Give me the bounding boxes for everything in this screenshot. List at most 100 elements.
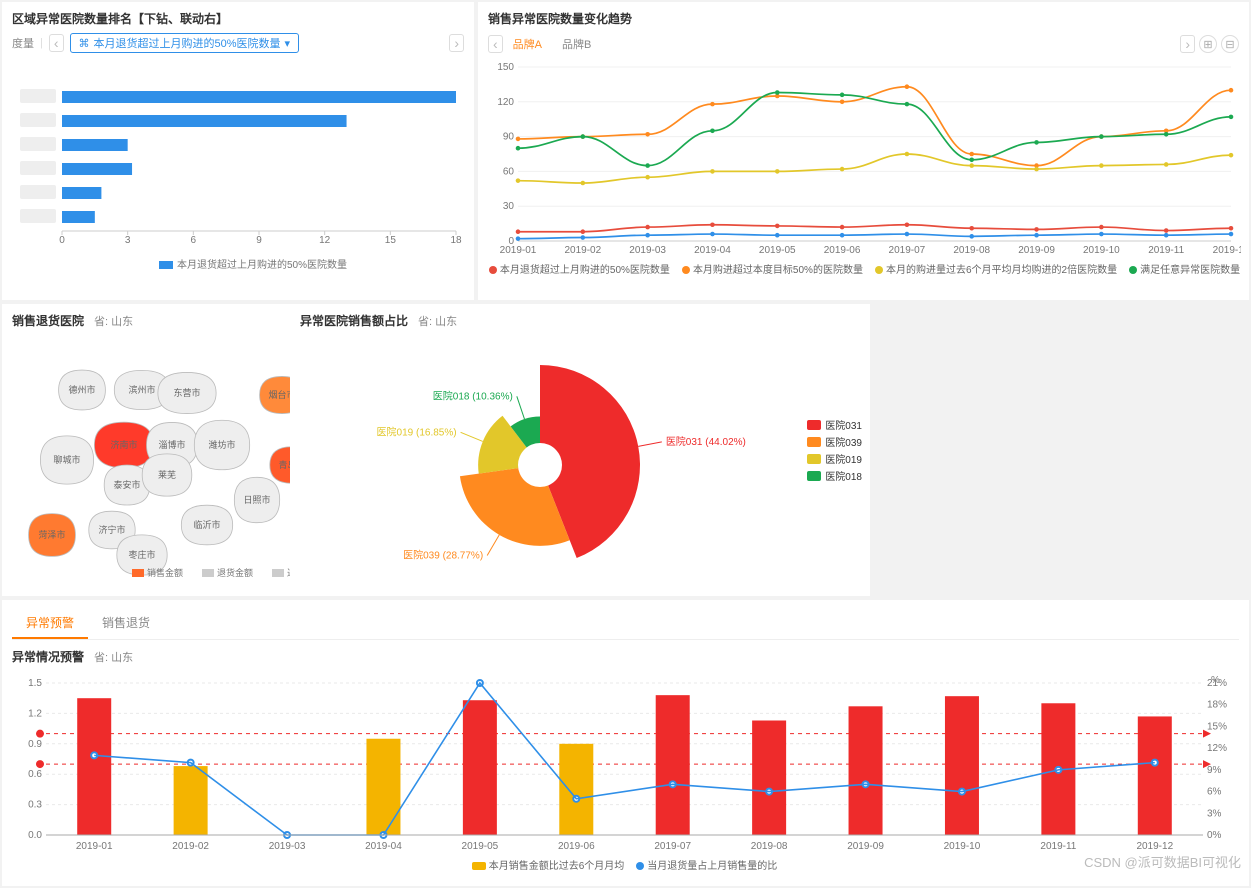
svg-text:18: 18 bbox=[450, 235, 462, 246]
svg-text:2019-03: 2019-03 bbox=[629, 245, 666, 256]
map-province: 省: 山东 bbox=[94, 313, 133, 329]
svg-text:0.0: 0.0 bbox=[28, 830, 42, 841]
svg-text:2019-07: 2019-07 bbox=[654, 841, 691, 852]
svg-text:本月退货超过上月购进的50%医院数量: 本月退货超过上月购进的50%医院数量 bbox=[177, 258, 347, 271]
svg-text:150: 150 bbox=[497, 62, 514, 73]
nav-left-icon[interactable]: ‹ bbox=[49, 34, 64, 52]
panel-pie: 异常医院销售额占比 省: 山东 医院031 (44.02%) 医院039 (28.… bbox=[290, 304, 870, 596]
svg-text:3%: 3% bbox=[1207, 808, 1222, 819]
svg-text:3: 3 bbox=[125, 235, 131, 246]
pie-legend: 医院031医院039医院019医院018 bbox=[807, 415, 862, 485]
chevron-down-icon: ▾ bbox=[285, 37, 291, 50]
measure-chip[interactable]: ⌘ 本月退货超过上月购进的50%医院数量 ▾ bbox=[70, 33, 300, 53]
svg-text:%: % bbox=[1211, 675, 1220, 686]
svg-text:60: 60 bbox=[503, 166, 515, 177]
svg-text:0%: 0% bbox=[1207, 830, 1222, 841]
svg-text:医院031 (44.02%): 医院031 (44.02%) bbox=[666, 435, 746, 448]
svg-text:2019-11: 2019-11 bbox=[1148, 245, 1184, 256]
config-icon[interactable]: ⊞ bbox=[1199, 35, 1217, 53]
svg-text:济南市: 济南市 bbox=[110, 439, 137, 450]
panel-region-rank: 区域异常医院数量排名【下钻、联动右】 度量 | ‹ ⌘ 本月退货超过上月购进的5… bbox=[2, 2, 474, 300]
svg-text:2019-02: 2019-02 bbox=[564, 245, 601, 256]
svg-text:2019-04: 2019-04 bbox=[694, 245, 731, 256]
svg-text:2019-04: 2019-04 bbox=[365, 841, 402, 852]
svg-text:滨州市: 滨州市 bbox=[128, 384, 155, 395]
link-icon: ⌘ bbox=[79, 37, 90, 50]
dim-label: 度量 bbox=[12, 35, 34, 51]
svg-text:2019-05: 2019-05 bbox=[462, 841, 499, 852]
svg-text:18%: 18% bbox=[1207, 700, 1227, 711]
svg-text:销售金额: 销售金额 bbox=[147, 567, 183, 578]
svg-text:济宁市: 济宁市 bbox=[98, 524, 125, 535]
svg-text:15%: 15% bbox=[1207, 721, 1227, 732]
region-rank-chart: 0 3 6 9 12 15 18 本月退货超过上月购进的50%医院数量 bbox=[12, 57, 466, 277]
svg-text:9%: 9% bbox=[1207, 765, 1222, 776]
svg-text:医院018 (10.36%): 医院018 (10.36%) bbox=[433, 389, 513, 402]
svg-text:2019-05: 2019-05 bbox=[759, 245, 796, 256]
svg-text:2019-02: 2019-02 bbox=[172, 841, 209, 852]
trend-title: 销售异常医院数量变化趋势 bbox=[488, 10, 1239, 27]
panel-trend: 销售异常医院数量变化趋势 ‹ 品牌A 品牌B › ⊞ ⊟ 03060901201… bbox=[478, 2, 1249, 300]
tab-alert[interactable]: 异常预警 bbox=[12, 608, 88, 639]
svg-text:2019-08: 2019-08 bbox=[953, 245, 990, 256]
svg-text:2019-06: 2019-06 bbox=[558, 841, 595, 852]
alert-subtitle: 异常情况预警 bbox=[12, 648, 84, 665]
svg-text:2019-09: 2019-09 bbox=[1018, 245, 1055, 256]
settings-icon[interactable]: ⊟ bbox=[1221, 35, 1239, 53]
svg-text:菏泽市: 菏泽市 bbox=[38, 529, 65, 540]
svg-text:30: 30 bbox=[503, 201, 515, 212]
svg-text:聊城市: 聊城市 bbox=[53, 454, 80, 465]
svg-text:6: 6 bbox=[191, 235, 197, 246]
svg-text:2019-12: 2019-12 bbox=[1213, 245, 1241, 256]
svg-text:医院039 (28.77%): 医院039 (28.77%) bbox=[403, 549, 483, 562]
svg-text:2019-06: 2019-06 bbox=[824, 245, 861, 256]
svg-text:2019-01: 2019-01 bbox=[500, 245, 537, 256]
svg-text:90: 90 bbox=[503, 132, 515, 143]
svg-text:2019-01: 2019-01 bbox=[76, 841, 113, 852]
svg-text:2019-08: 2019-08 bbox=[751, 841, 788, 852]
tab-sales-return[interactable]: 销售退货 bbox=[88, 608, 164, 639]
tab-brand-b[interactable]: 品牌B bbox=[552, 33, 601, 55]
svg-text:东营市: 东营市 bbox=[173, 387, 200, 398]
svg-text:6%: 6% bbox=[1207, 787, 1222, 798]
svg-text:2019-07: 2019-07 bbox=[889, 245, 926, 256]
svg-text:0: 0 bbox=[59, 235, 65, 246]
svg-text:1.2: 1.2 bbox=[28, 708, 42, 719]
tab-nav-left[interactable]: ‹ bbox=[488, 35, 503, 53]
pie-chart: 医院031 (44.02%) 医院039 (28.77%) 医院019 (16.85… bbox=[300, 335, 860, 585]
svg-text:2019-11: 2019-11 bbox=[1040, 841, 1076, 852]
svg-text:临沂市: 临沂市 bbox=[193, 519, 220, 530]
pie-title: 异常医院销售额占比 bbox=[300, 312, 408, 329]
svg-text:潍坊市: 潍坊市 bbox=[208, 439, 235, 450]
svg-text:泰安市: 泰安市 bbox=[113, 479, 140, 490]
panel-alert: 异常预警 销售退货 异常情况预警 省: 山东 0.0 0.3 0.6 0.9 1.2 1.… bbox=[2, 600, 1249, 886]
svg-text:2019-09: 2019-09 bbox=[847, 841, 884, 852]
alert-combo-chart: 0.00.30.60.91.21.50%3%6%9%12%15%18%21%%2… bbox=[12, 675, 1237, 875]
watermark: CSDN @派可数据BI可视化 bbox=[1084, 852, 1241, 871]
svg-text:2019-10: 2019-10 bbox=[944, 841, 981, 852]
pie-province: 省: 山东 bbox=[418, 313, 457, 329]
svg-text:0.6: 0.6 bbox=[28, 769, 42, 780]
svg-text:120: 120 bbox=[497, 97, 514, 108]
svg-text:2019-03: 2019-03 bbox=[269, 841, 306, 852]
alert-province: 省: 山东 bbox=[94, 649, 133, 665]
tab-brand-a[interactable]: 品牌A bbox=[503, 33, 552, 55]
map-title: 销售退货医院 bbox=[12, 312, 84, 329]
svg-text:12%: 12% bbox=[1207, 743, 1227, 754]
svg-text:医院019 (16.85%): 医院019 (16.85%) bbox=[377, 425, 457, 438]
svg-text:2019-12: 2019-12 bbox=[1136, 841, 1173, 852]
svg-text:15: 15 bbox=[385, 235, 397, 246]
svg-text:莱芜: 莱芜 bbox=[158, 469, 176, 480]
svg-text:2019-10: 2019-10 bbox=[1083, 245, 1120, 256]
svg-text:12: 12 bbox=[319, 235, 331, 246]
svg-text:0.3: 0.3 bbox=[28, 800, 42, 811]
nav-right-icon[interactable]: › bbox=[449, 34, 464, 52]
svg-text:德州市: 德州市 bbox=[68, 384, 95, 395]
trend-chart: 03060901201502019-012019-022019-032019-0… bbox=[488, 59, 1241, 289]
tab-nav-right[interactable]: › bbox=[1180, 35, 1195, 53]
svg-text:0.9: 0.9 bbox=[28, 739, 42, 750]
svg-text:9: 9 bbox=[256, 235, 262, 246]
svg-text:1.5: 1.5 bbox=[28, 678, 42, 689]
svg-text:退货金额: 退货金额 bbox=[217, 567, 253, 578]
svg-text:日照市: 日照市 bbox=[243, 494, 270, 505]
